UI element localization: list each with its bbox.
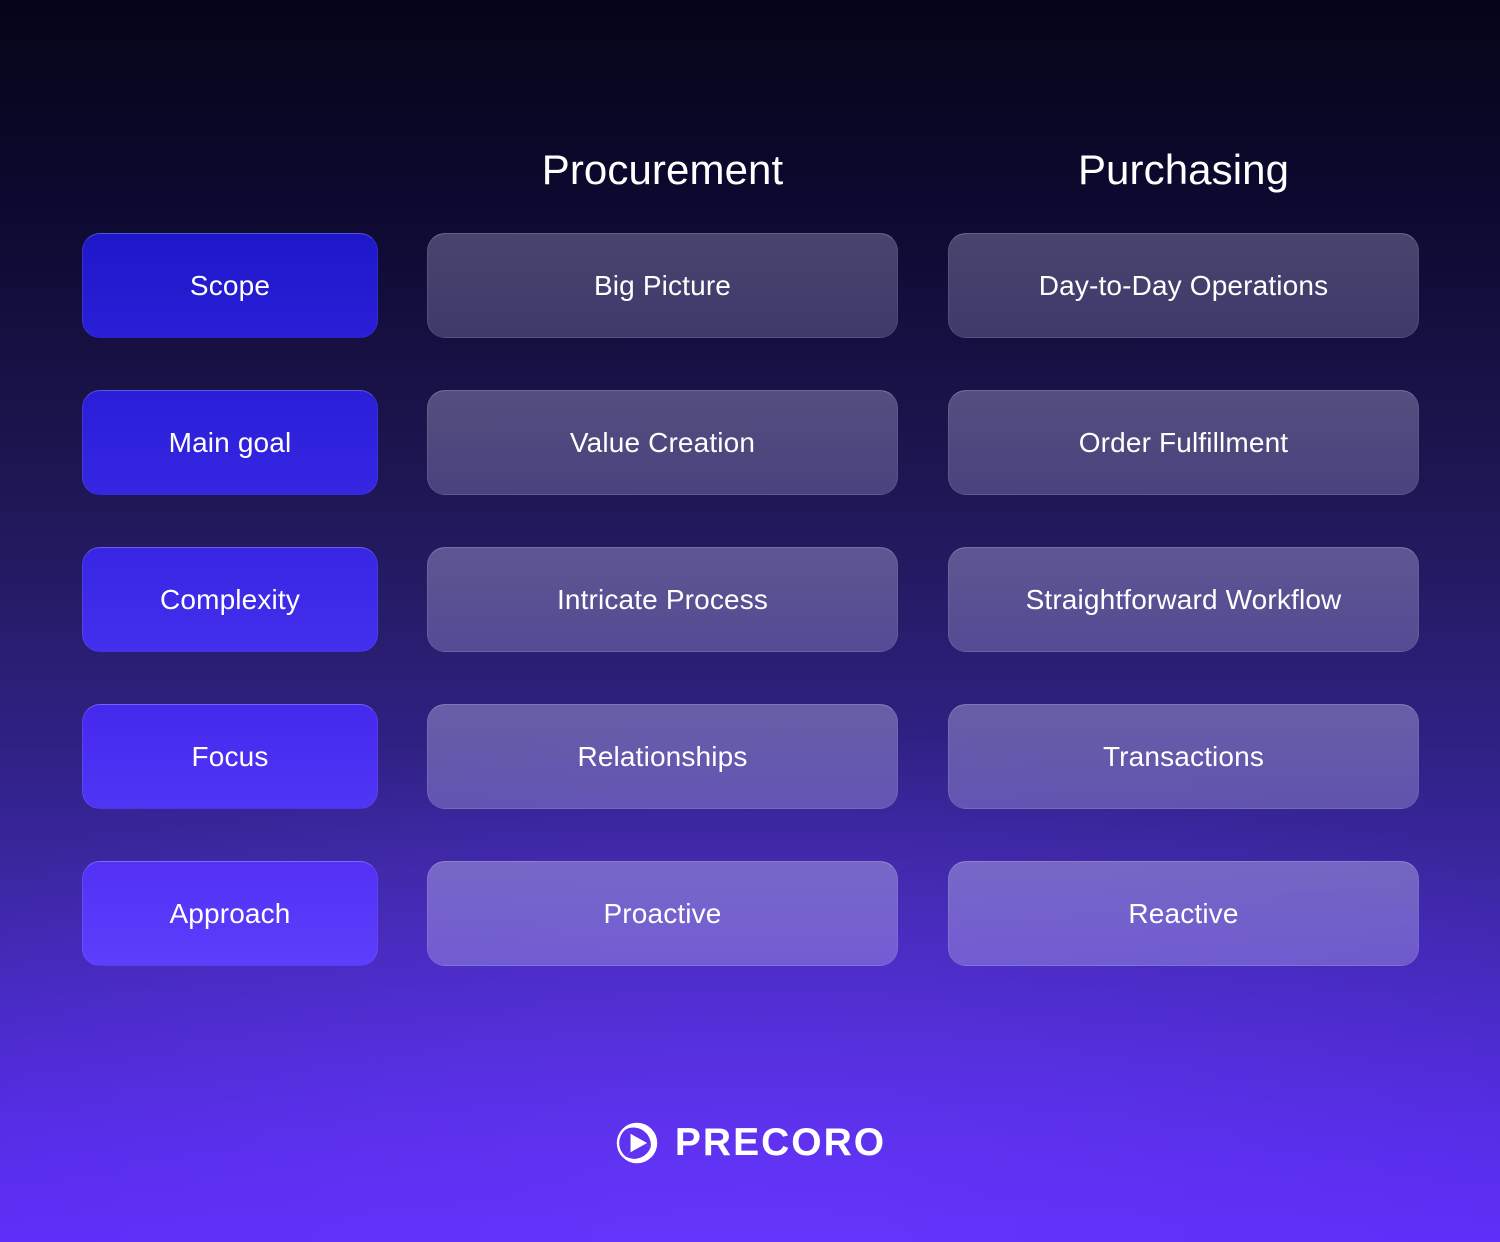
- column-header-procurement: Procurement: [541, 146, 784, 193]
- cell-procurement-focus: Relationships: [427, 704, 898, 809]
- cell-procurement-main-goal: Value Creation: [427, 390, 898, 495]
- cell-procurement-approach: Proactive: [427, 861, 898, 966]
- table-row: Complexity Intricate Process Straightfor…: [0, 547, 1500, 652]
- row-label-main-goal: Main goal: [82, 390, 378, 495]
- precoro-pinwheel-icon: [616, 1122, 658, 1164]
- cell-purchasing-approach: Reactive: [948, 861, 1419, 966]
- cell-purchasing-scope: Day-to-Day Operations: [948, 233, 1419, 338]
- cell-purchasing-focus: Transactions: [948, 704, 1419, 809]
- infographic-canvas: Procurement Purchasing Scope Big Picture…: [0, 0, 1500, 1242]
- row-label-approach: Approach: [82, 861, 378, 966]
- cell-procurement-complexity: Intricate Process: [427, 547, 898, 652]
- table-row: Main goal Value Creation Order Fulfillme…: [0, 390, 1500, 495]
- brand-footer: PRECORO: [0, 1112, 1500, 1174]
- column-headers: Procurement Purchasing: [0, 142, 1500, 198]
- table-row: Approach Proactive Reactive: [0, 861, 1500, 966]
- brand-wordmark: PRECORO: [674, 1121, 887, 1164]
- column-header-purchasing: Purchasing: [1077, 146, 1290, 193]
- comparison-grid: Scope Big Picture Day-to-Day Operations …: [0, 233, 1500, 966]
- cell-procurement-scope: Big Picture: [427, 233, 898, 338]
- row-label-scope: Scope: [82, 233, 378, 338]
- cell-purchasing-complexity: Straightforward Workflow: [948, 547, 1419, 652]
- cell-purchasing-main-goal: Order Fulfillment: [948, 390, 1419, 495]
- table-row: Scope Big Picture Day-to-Day Operations: [0, 233, 1500, 338]
- table-row: Focus Relationships Transactions: [0, 704, 1500, 809]
- row-label-complexity: Complexity: [82, 547, 378, 652]
- row-label-focus: Focus: [82, 704, 378, 809]
